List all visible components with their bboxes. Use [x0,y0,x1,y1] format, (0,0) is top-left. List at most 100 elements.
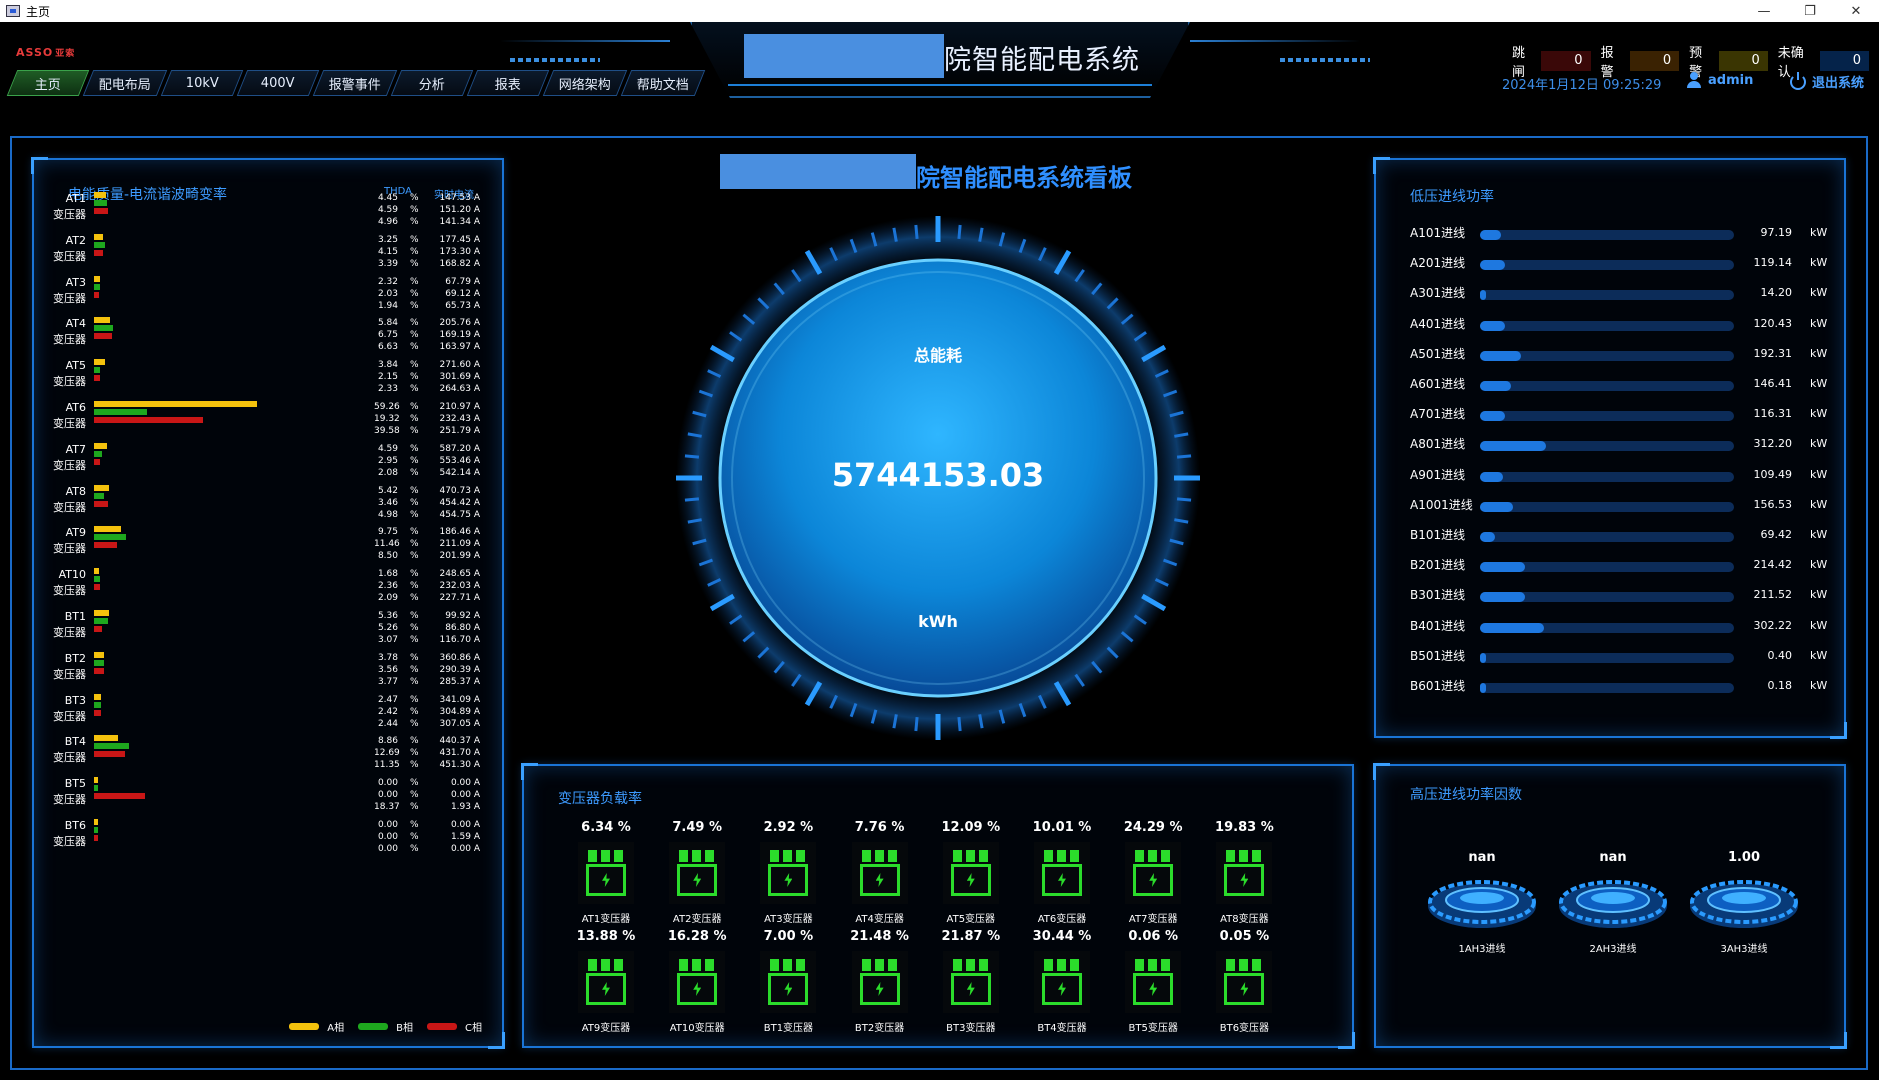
transformer-item[interactable]: 0.05 % BT6变压器 [1204,929,1284,1034]
transformer-label: BT5变压器 [1128,1023,1178,1034]
tab-2[interactable]: 10kV [160,70,244,96]
low-power-row[interactable]: B201进线 214.42 kW [1410,556,1830,576]
alarm-count[interactable]: 0 [1630,51,1680,71]
hv-feeder[interactable]: nan 2AH3进线 [1555,850,1671,955]
harmonic-row[interactable]: AT4 变压器 5.84% 205.76 A 6.75% 169.19 A 6.63% 163… [34,317,502,359]
alarm-count[interactable]: 0 [1541,51,1591,71]
tab-8[interactable]: 帮助文档 [620,70,706,96]
tab-label: 网络架构 [559,77,612,93]
current-value: 440.37 A [439,736,480,747]
header-decoration [1190,40,1360,42]
harmonic-row[interactable]: AT7 变压器 4.59% 587.20 A 2.95% 553.46 A 2.08% 542… [34,442,502,485]
low-power-row[interactable]: A101进线 97.19 kW [1410,224,1830,244]
tab-7[interactable]: 网络架构 [542,70,628,96]
logout-button[interactable]: 退出系统 [1790,71,1864,91]
tab-4[interactable]: 报警事件 [312,70,398,96]
feeder-name: A401进线 [1410,316,1466,331]
harmonic-row[interactable]: AT9 变压器 9.75% 186.46 A 11.46% 211.09 A 8.50% 20… [34,526,502,568]
low-power-row[interactable]: A1001进线 156.53 kW [1410,496,1830,516]
low-power-row[interactable]: A501进线 192.31 kW [1410,345,1830,365]
close-icon[interactable]: ✕ [1833,0,1879,22]
transformer-item[interactable]: 21.87 % BT3变压器 [931,929,1011,1034]
minimize-icon[interactable]: — [1741,0,1787,22]
thd-value: 4.59 [377,443,398,454]
transformer-suffix: 变压器 [53,584,86,598]
transformer-item[interactable]: 10.01 % AT6变压器 [1022,820,1102,925]
alarm-count[interactable]: 0 [1718,51,1768,71]
current-value: 304.89 A [439,706,480,717]
harmonic-row[interactable]: AT10 变压器 1.68% 248.65 A 2.36% 232.03 A 2.09% 22… [34,568,502,610]
transformer-item[interactable]: 7.76 % AT4变压器 [840,820,920,925]
harmonic-row[interactable]: AT1 变压器 4.45% 147.53 A 4.59% 151.20 A 4.96% 141… [34,192,502,234]
transformer-item[interactable]: 19.83 % AT8变压器 [1204,820,1284,925]
low-power-row[interactable]: A801进线 312.20 kW [1410,435,1830,455]
harmonic-row[interactable]: AT5 变压器 3.84% 271.60 A 2.15% 301.69 A 2.33% 264… [34,359,502,401]
low-power-row[interactable]: B101进线 69.42 kW [1410,526,1830,546]
pf-dial-icon [1428,880,1536,928]
low-power-row[interactable]: A301进线 14.20 kW [1410,284,1830,304]
tab-5[interactable]: 分析 [390,70,474,96]
low-power-row[interactable]: A701进线 116.31 kW [1410,405,1830,425]
low-power-row[interactable]: B301进线 211.52 kW [1410,586,1830,606]
thd-value: 0.00 [377,832,398,842]
power-bar-fill [1480,381,1511,391]
current-value: 65.73 A [445,300,480,311]
transformer-item[interactable]: 7.49 % AT2变压器 [657,820,737,925]
thd-bar-c [94,542,118,549]
power-bar-track [1480,471,1734,482]
load-rate: 21.48 % [850,929,909,944]
current-value: 251.79 A [439,426,480,436]
alarm-count[interactable]: 0 [1819,51,1870,71]
low-power-row[interactable]: B601进线 0.18 kW [1410,677,1830,697]
current-value: 173.30 A [439,246,480,257]
power-unit: kW [1810,497,1828,511]
harmonic-row[interactable]: BT1 变压器 5.36% 99.92 A 5.26% 86.80 A 3.07% 116.7… [34,610,502,652]
thd-unit: % [410,635,419,645]
harmonic-row[interactable]: AT3 变压器 2.32% 67.79 A 2.03% 69.12 A 1.94% 65.73… [34,275,502,318]
transformer-item[interactable]: 0.06 % BT5变压器 [1113,929,1193,1034]
thd-value: 3.39 [377,258,398,269]
low-power-row[interactable]: B501进线 0.40 kW [1410,647,1830,667]
tab-3[interactable]: 400V [236,70,320,96]
transformer-load-panel: 变压器负载率 6.34 % AT1变压器 7.49 % AT2变压器 2.92 % AT3… [521,763,1355,1049]
harmonic-row[interactable]: BT6 变压器 0.00% 0.00 A 0.00% 1.59 A 0.00% 0.00 A [34,819,502,861]
low-power-row[interactable]: A401进线 120.43 kW [1410,315,1830,335]
transformer-item[interactable]: 30.44 % BT4变压器 [1022,929,1102,1034]
transformer-item[interactable]: 16.28 % AT10变压器 [657,929,737,1034]
power-bar-track [1480,441,1734,452]
transformer-item[interactable]: 21.48 % BT2变压器 [840,929,920,1034]
thd-value: 2.44 [377,718,398,729]
harmonic-row[interactable]: AT2 变压器 3.25% 177.45 A 4.15% 173.30 A 3.39% 168… [34,233,502,276]
hv-feeder[interactable]: nan 1AH3进线 [1424,850,1540,955]
transformer-name: BT5 [64,777,86,791]
transformer-item[interactable]: 24.29 % AT7变压器 [1113,820,1193,925]
gauge-tick [914,224,919,240]
harmonic-row[interactable]: BT3 变压器 2.47% 341.09 A 2.42% 304.89 A 2.44% 307… [34,693,502,736]
tab-1[interactable]: 配电布局 [82,70,168,96]
harmonic-row[interactable]: BT5 变压器 0.00% 0.00 A 0.00% 0.00 A 18.37% 1.93 A [34,777,502,819]
harmonic-row[interactable]: AT6 变压器 59.26% 210.97 A 19.32% 232.43 A 39.58%… [34,401,502,443]
low-power-row[interactable]: A901进线 109.49 kW [1410,466,1830,486]
thd-bar-a [94,568,99,575]
harmonic-row[interactable]: BT2 变压器 3.78% 360.86 A 3.56% 290.39 A 3.77% 285… [34,651,502,694]
user-menu[interactable]: admin [1686,72,1753,88]
hv-feeder[interactable]: 1.00 3AH3进线 [1686,850,1802,955]
low-power-row[interactable]: B401进线 302.22 kW [1410,617,1830,637]
transformer-item[interactable]: 12.09 % AT5变压器 [931,820,1011,925]
load-rate: 12.09 % [941,820,1001,835]
power-bar-fill [1480,441,1547,452]
tab-0[interactable]: 主页 [6,70,90,96]
tab-6[interactable]: 报表 [466,70,550,96]
harmonic-row[interactable]: BT4 变压器 8.86% 440.37 A 12.69% 431.70 A 11.35% 4… [34,735,502,777]
thd-bar-a [94,401,257,407]
transformer-item[interactable]: 7.00 % BT1变压器 [748,929,828,1034]
low-power-row[interactable]: A201进线 119.14 kW [1410,254,1830,274]
maximize-icon[interactable]: ❐ [1787,0,1833,22]
transformer-item[interactable]: 6.34 % AT1变压器 [566,820,646,925]
transformer-item[interactable]: 13.88 % AT9变压器 [566,929,646,1034]
low-power-row[interactable]: A601进线 146.41 kW [1410,375,1830,395]
current-value: 454.42 A [439,497,480,508]
transformer-item[interactable]: 2.92 % AT3变压器 [748,820,828,925]
harmonic-row[interactable]: AT8 变压器 5.42% 470.73 A 3.46% 454.42 A 4.98% 454… [34,484,502,527]
thd-unit: % [410,402,419,412]
